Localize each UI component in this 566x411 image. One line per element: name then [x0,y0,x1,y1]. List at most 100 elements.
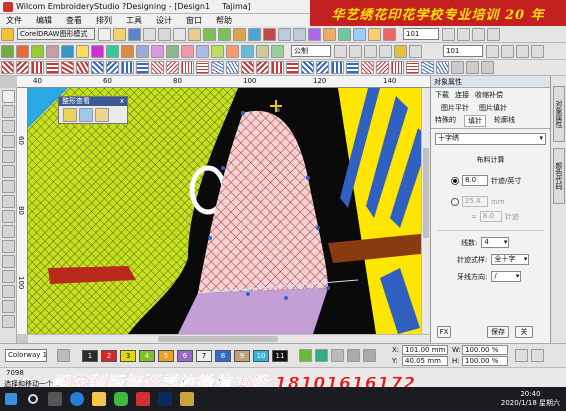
export-icon[interactable] [248,27,261,41]
fx-button[interactable]: FX [437,326,451,338]
app-icon-red[interactable] [132,387,154,411]
pattern-23-icon[interactable] [331,61,344,74]
view-more-icon[interactable] [481,61,494,74]
lettering-icon[interactable] [61,44,74,58]
pattern-6-icon[interactable] [76,61,89,74]
rotate-icon[interactable] [196,44,209,58]
menu-file[interactable]: 文件 [6,15,22,26]
zoom-combo[interactable]: 101 [403,28,439,40]
search-icon[interactable] [22,387,44,411]
digitize-icon[interactable] [1,44,14,58]
show-design-icon[interactable] [308,27,321,41]
y-field[interactable]: 40.05 mm [402,356,448,366]
interactive-tool-icon[interactable] [2,285,15,298]
nudge-right-icon[interactable] [349,44,362,58]
select-tool-icon[interactable] [2,90,15,103]
auto-digitize-icon[interactable] [106,44,119,58]
density-field[interactable]: 8.0 [462,175,488,186]
fill-icon[interactable] [31,44,44,58]
color-swatch[interactable]: 11 [272,350,288,362]
height-icon[interactable] [501,44,514,58]
wechat-icon[interactable] [110,387,132,411]
pattern-15-icon[interactable] [211,61,224,74]
tab-connect[interactable]: 连接 [455,90,469,100]
pattern-13-icon[interactable] [181,61,194,74]
pattern-18-icon[interactable] [256,61,269,74]
h-scroll-thumb[interactable] [158,336,278,342]
menu-tools[interactable]: 工具 [126,15,142,26]
pattern-29-icon[interactable] [421,61,434,74]
color-tool-icon[interactable] [315,349,328,362]
tab-fill-stitch[interactable]: 填针 [464,115,486,127]
pattern-20-icon[interactable] [286,61,299,74]
w-field[interactable]: 100.00 % [462,345,508,355]
eyedropper-tool-icon[interactable] [2,255,15,268]
shape-angle-icon[interactable] [95,108,109,122]
outline-tool-icon[interactable] [2,270,15,283]
colorway-select[interactable]: Colorway 1 [5,349,47,362]
pattern-30-icon[interactable] [436,61,449,74]
scale-icon[interactable] [516,44,529,58]
start-button[interactable] [0,387,22,411]
coreldraw-mode-button[interactable]: CorelDRAW图形模式 [17,28,95,40]
connector-tool-icon[interactable] [2,300,15,313]
pattern-26-icon[interactable] [376,61,389,74]
menu-help[interactable]: 帮助 [216,15,232,26]
task-view-icon[interactable] [44,387,66,411]
add-color-icon[interactable] [299,349,312,362]
pattern-1-icon[interactable] [1,61,14,74]
tab-pattern-run[interactable]: 图片平针 [441,103,469,113]
color-extra-icon[interactable] [363,349,376,362]
color-icon[interactable] [136,44,149,58]
paste-icon[interactable] [188,27,201,41]
redo-icon[interactable] [218,27,231,41]
embroidery-artwork[interactable] [28,88,430,334]
pattern-12-icon[interactable] [166,61,179,74]
polygon-tool-icon[interactable] [2,210,15,223]
new-file-icon[interactable] [98,27,111,41]
pattern-11-icon[interactable] [151,61,164,74]
pattern-21-icon[interactable] [301,61,314,74]
zoom-fit-icon[interactable] [442,27,455,41]
tab-download[interactable]: 下载 [435,90,449,100]
shape-view-close-icon[interactable]: x [120,97,127,106]
menu-window[interactable]: 窗口 [186,15,202,26]
tab-pattern-fill[interactable]: 图片填针 [479,103,507,113]
color-swatch[interactable]: 5 [158,350,174,362]
menu-edit[interactable]: 编辑 [36,15,52,26]
file-explorer-icon[interactable] [88,387,110,411]
open-folder-icon[interactable] [113,27,126,41]
pattern-22-icon[interactable] [316,61,329,74]
menu-view[interactable]: 查看 [66,15,82,26]
import-icon[interactable] [233,27,246,41]
horizontal-scrollbar[interactable] [28,334,430,343]
pattern-14-icon[interactable] [196,61,209,74]
color-swatch[interactable]: 3 [120,350,136,362]
select-cursor-icon[interactable] [394,44,407,58]
color-swatch[interactable]: 8 [215,350,231,362]
pattern-10-icon[interactable] [136,61,149,74]
reshape-tool-icon[interactable] [2,105,15,118]
transform-icon[interactable] [409,44,422,58]
stitch-type-select[interactable]: 十字绣 ▾ [435,133,546,145]
print-icon[interactable] [143,27,156,41]
side-tab-object-properties[interactable]: 对象属性 [553,86,565,142]
pattern-25-icon[interactable] [361,61,374,74]
color-swatch[interactable]: 1 [82,350,98,362]
sequence-icon[interactable] [151,44,164,58]
lock-icon[interactable] [256,44,269,58]
pattern-4-icon[interactable] [46,61,59,74]
nudge-up-icon[interactable] [364,44,377,58]
show-objects-icon[interactable] [338,27,351,41]
pattern-9-icon[interactable] [121,61,134,74]
pattern-5-icon[interactable] [61,61,74,74]
grid-icon[interactable] [353,27,366,41]
outline-icon[interactable] [46,44,59,58]
menu-design[interactable]: 设计 [156,15,172,26]
hoop-icon[interactable] [368,27,381,41]
sub-field[interactable]: 8.0 [479,211,502,222]
view-3d-icon[interactable] [451,61,464,74]
color-blend-icon[interactable] [331,349,344,362]
cut-icon[interactable] [158,27,171,41]
color-more-icon[interactable] [347,349,360,362]
